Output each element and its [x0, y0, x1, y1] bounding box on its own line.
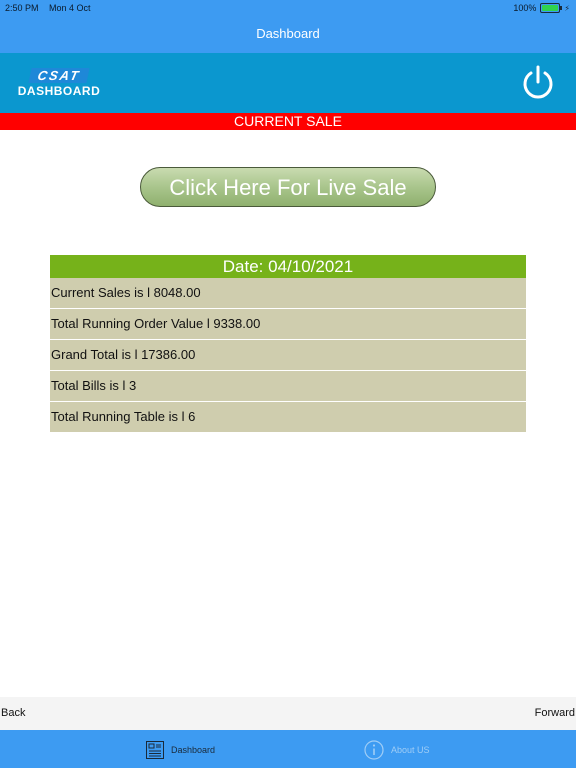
summary-date-header: Date: 04/10/2021 [50, 255, 526, 278]
status-date: Mon 4 Oct [49, 3, 91, 13]
battery-icon [540, 3, 563, 13]
status-left: 2:50 PM Mon 4 Oct [5, 3, 99, 13]
nav-title: Dashboard [256, 26, 320, 41]
logo-dashboard-text: DASHBOARD [17, 84, 101, 98]
back-button[interactable]: Back [1, 697, 25, 730]
battery-percent: 100% [513, 3, 537, 13]
web-navigation-bar: Back Forward [0, 697, 576, 730]
app-header: CSAT DASHBOARD [0, 53, 576, 113]
forward-button[interactable]: Forward [535, 697, 575, 730]
csat-logo: CSAT DASHBOARD [14, 68, 104, 100]
live-sale-button[interactable]: Click Here For Live Sale [140, 167, 436, 207]
tab-about-us-label: About US [391, 745, 430, 755]
logo-csat-text: CSAT [28, 68, 90, 83]
summary-row-total-bills: Total Bills is l 3 [50, 371, 526, 402]
tab-bar: Dashboard About US [0, 730, 576, 768]
charging-icon: ⚡ [564, 3, 570, 13]
current-sale-label: CURRENT SALE [234, 113, 342, 129]
dashboard-icon [146, 741, 164, 759]
tab-dashboard-label: Dashboard [171, 745, 216, 755]
info-icon [364, 740, 384, 760]
summary-row-running-tables: Total Running Table is l 6 [50, 402, 526, 433]
power-icon [523, 65, 553, 99]
tab-dashboard[interactable]: Dashboard [146, 740, 215, 760]
tab-about-us[interactable]: About US [364, 740, 430, 760]
navigation-bar: Dashboard [0, 17, 576, 53]
current-sale-banner: CURRENT SALE [0, 113, 576, 130]
summary-row-current-sales: Current Sales is l 8048.00 [50, 278, 526, 309]
status-time: 2:50 PM [5, 3, 39, 13]
status-right: 100% ⚡ [513, 3, 570, 13]
sales-summary-table: Date: 04/10/2021 Current Sales is l 8048… [50, 255, 526, 433]
status-bar: 2:50 PM Mon 4 Oct 100% ⚡ [0, 0, 576, 17]
power-button[interactable] [520, 64, 556, 100]
summary-row-grand-total: Grand Total is l 17386.00 [50, 340, 526, 371]
summary-row-running-order: Total Running Order Value l 9338.00 [50, 309, 526, 340]
